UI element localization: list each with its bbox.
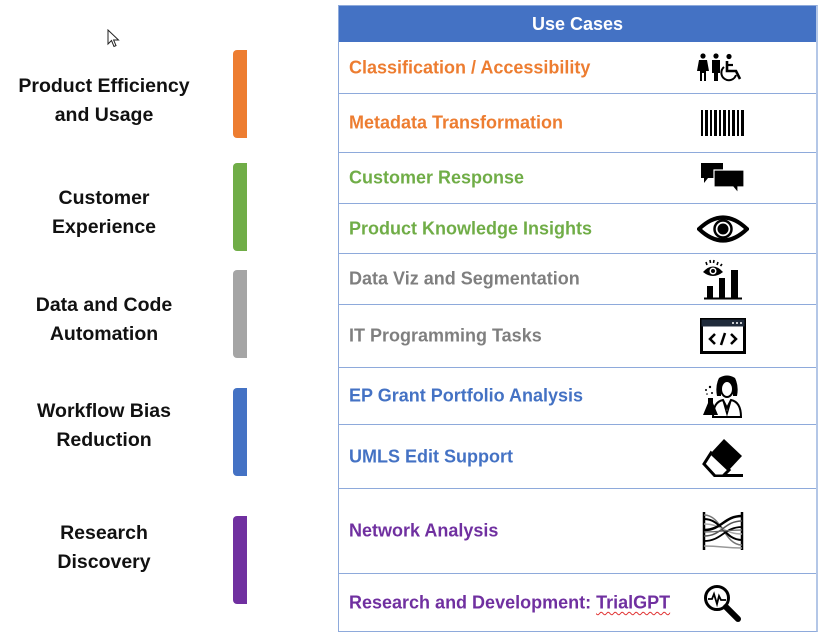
mouse-cursor-icon (107, 29, 120, 48)
use-case-label: Customer Response (349, 167, 525, 188)
people-accessibility-icon (695, 48, 751, 88)
use-case-label: Metadata Transformation (349, 112, 564, 133)
eye-icon (695, 209, 751, 249)
category-bar-green (233, 163, 247, 251)
scientist-icon (695, 375, 751, 418)
category-label-workflow-bias: Workflow Bias Reduction (37, 400, 171, 451)
table-row: Research and Development: TrialGPT (339, 573, 816, 631)
category-label-data-code-automation: Data and Code Automation (35, 294, 173, 345)
network-flow-icon (695, 511, 751, 551)
use-case-label: Data Viz and Segmentation (349, 268, 580, 289)
category-label-customer-experience: Customer Experience (51, 187, 157, 238)
table-row: Product Knowledge Insights (339, 203, 816, 253)
search-pulse-icon (695, 583, 751, 623)
use-case-label: UMLS Edit Support (349, 446, 513, 466)
table-row: Metadata Transformation (339, 93, 816, 152)
category-bar-blue (233, 388, 247, 476)
category-label-product-efficiency: Product Efficiency and Usage (18, 75, 190, 126)
eraser-icon (695, 437, 751, 477)
table-row: Classification / Accessibility (339, 42, 816, 93)
spellcheck-underlined-word: TrialGPT (596, 592, 671, 612)
table-row: Data Viz and Segmentation (339, 253, 816, 304)
use-case-label: Classification / Accessibility (349, 57, 591, 77)
use-case-label: EP Grant Portfolio Analysis (349, 385, 584, 406)
use-case-label: Research and Development: TrialGPT (349, 592, 671, 612)
table-row: Network Analysis (339, 488, 816, 573)
table-row: EP Grant Portfolio Analysis (339, 367, 816, 424)
eye-bar-chart-icon (695, 259, 751, 300)
category-bar-purple (233, 516, 247, 604)
code-window-icon (695, 316, 751, 356)
chat-bubbles-icon (695, 158, 751, 198)
table-row: IT Programming Tasks (339, 304, 816, 367)
category-label-research-discovery: Research Discovery (57, 522, 151, 573)
table-row: Customer Response (339, 152, 816, 203)
barcode-icon (695, 103, 751, 143)
use-case-label: Network Analysis (349, 520, 499, 541)
category-bar-gray (233, 270, 247, 358)
table-header: Use Cases (339, 6, 816, 42)
use-cases-table: Use Cases Classification / Accessibility… (338, 5, 818, 632)
use-case-label: Product Knowledge Insights (349, 218, 593, 238)
category-bar-orange (233, 50, 247, 138)
use-case-label: IT Programming Tasks (349, 325, 542, 346)
table-row: UMLS Edit Support (339, 424, 816, 488)
